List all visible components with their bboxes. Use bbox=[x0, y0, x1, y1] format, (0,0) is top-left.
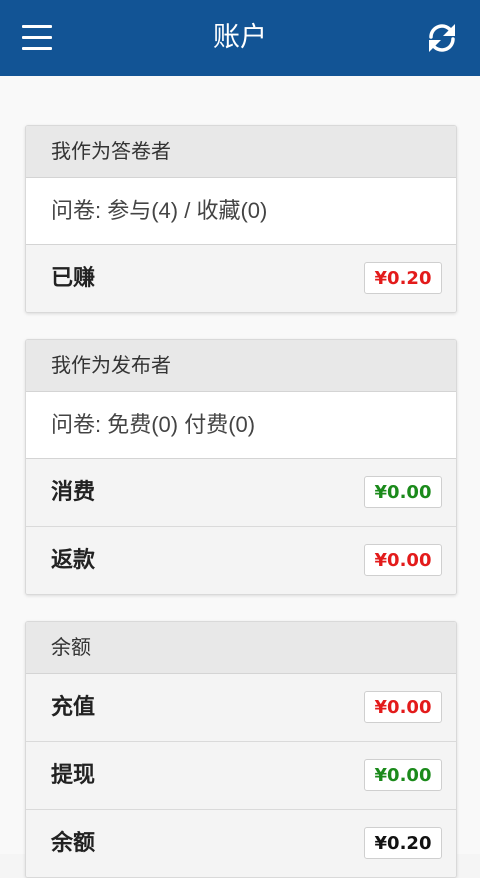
recharge-label: 充值 bbox=[51, 695, 96, 720]
respondent-section-header: 我作为答卷者 bbox=[26, 126, 456, 178]
app-header: 账户 bbox=[0, 0, 480, 76]
recharge-amount-badge: ¥0.00 bbox=[364, 691, 442, 723]
recharge-row[interactable]: 充值 ¥0.00 bbox=[26, 674, 456, 742]
withdraw-row[interactable]: 提现 ¥0.00 bbox=[26, 742, 456, 810]
withdraw-label: 提现 bbox=[51, 763, 96, 788]
respondent-survey-info[interactable]: 问卷: 参与(4) / 收藏(0) bbox=[26, 178, 456, 245]
respondent-card: 我作为答卷者 问卷: 参与(4) / 收藏(0) 已赚 ¥0.20 bbox=[25, 125, 457, 313]
refund-row[interactable]: 返款 ¥0.00 bbox=[26, 527, 456, 594]
account-content: 我作为答卷者 问卷: 参与(4) / 收藏(0) 已赚 ¥0.20 我作为发布者… bbox=[0, 76, 480, 878]
spent-amount-badge: ¥0.00 bbox=[364, 476, 442, 508]
refund-amount-badge: ¥0.00 bbox=[364, 544, 442, 576]
publisher-section-header: 我作为发布者 bbox=[26, 340, 456, 392]
earned-label: 已赚 bbox=[51, 266, 96, 291]
earned-amount-badge: ¥0.20 bbox=[364, 262, 442, 294]
refresh-icon[interactable] bbox=[424, 20, 460, 56]
spent-label: 消费 bbox=[51, 480, 96, 505]
balance-amount-badge: ¥0.20 bbox=[364, 827, 442, 859]
page-title: 账户 bbox=[213, 22, 267, 53]
refund-label: 返款 bbox=[51, 548, 96, 573]
earned-row[interactable]: 已赚 ¥0.20 bbox=[26, 245, 456, 312]
balance-card: 余额 充值 ¥0.00 提现 ¥0.00 余额 ¥0.20 bbox=[25, 621, 457, 878]
balance-row[interactable]: 余额 ¥0.20 bbox=[26, 810, 456, 877]
spent-row[interactable]: 消费 ¥0.00 bbox=[26, 459, 456, 527]
balance-section-header: 余额 bbox=[26, 622, 456, 674]
withdraw-amount-badge: ¥0.00 bbox=[364, 759, 442, 791]
publisher-survey-info[interactable]: 问卷: 免费(0) 付费(0) bbox=[26, 392, 456, 459]
balance-label: 余额 bbox=[51, 831, 96, 856]
publisher-card: 我作为发布者 问卷: 免费(0) 付费(0) 消费 ¥0.00 返款 ¥0.00 bbox=[25, 339, 457, 595]
